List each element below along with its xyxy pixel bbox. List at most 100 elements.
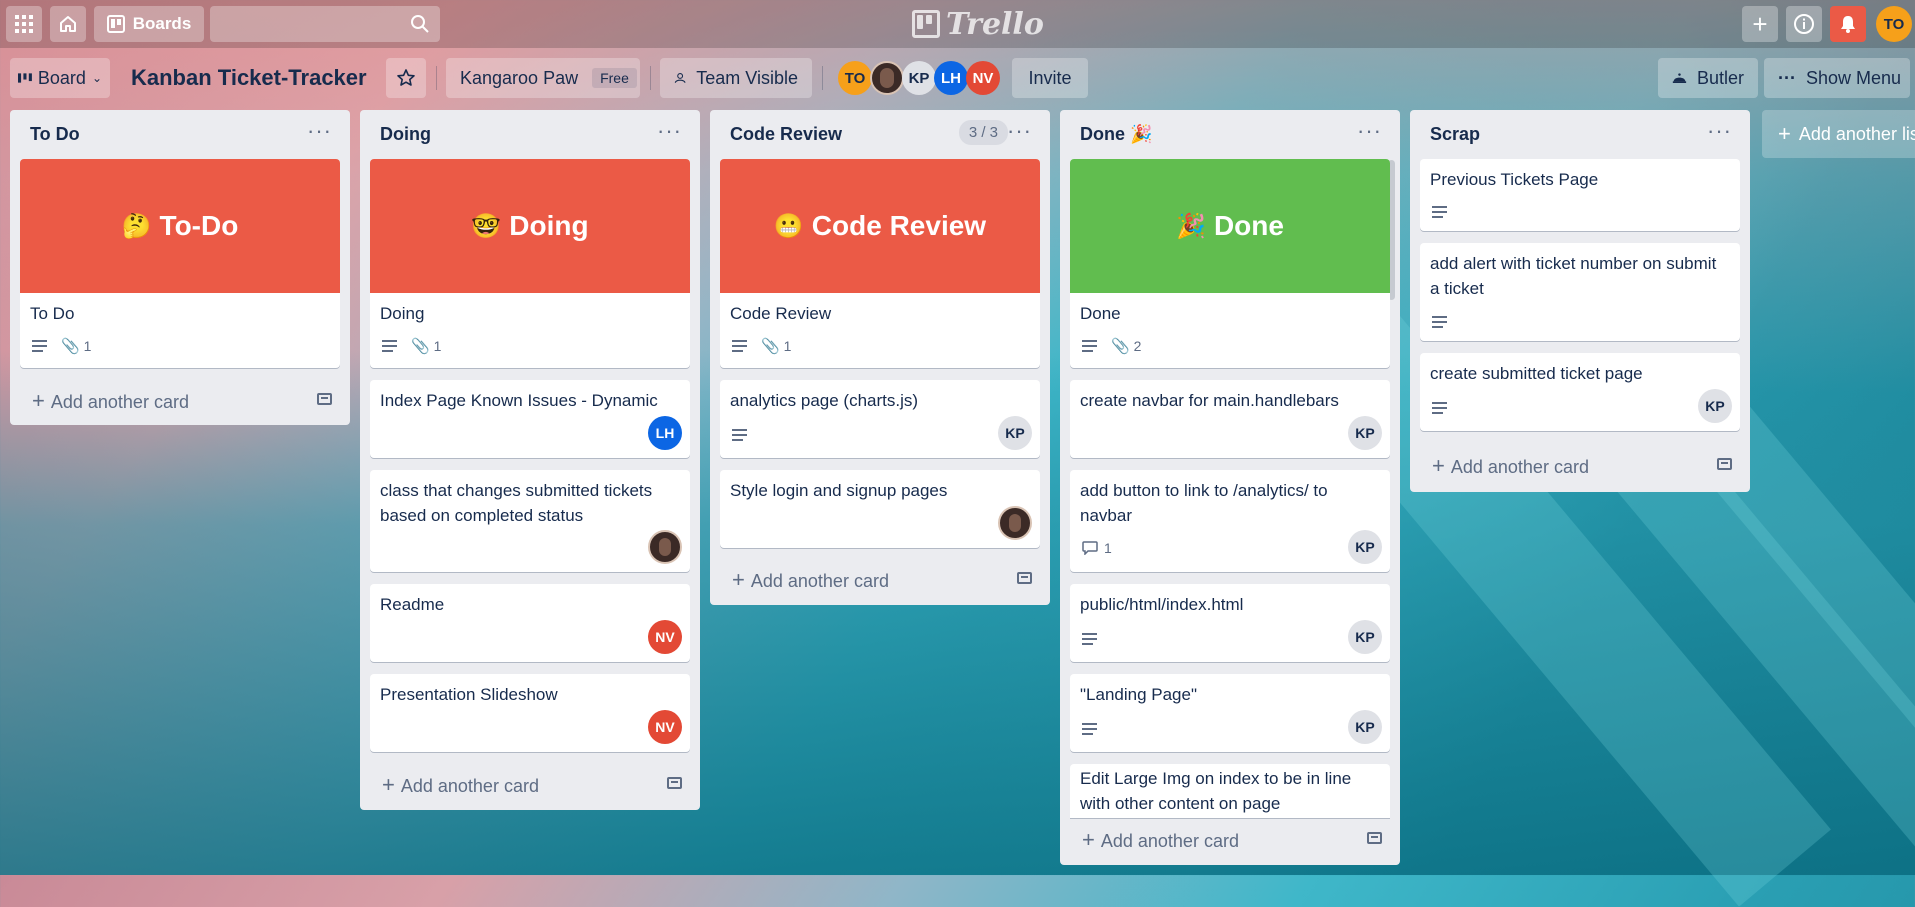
party-popper-icon: 🎉 bbox=[1130, 124, 1153, 144]
board-view-switcher[interactable]: Board ⌄ bbox=[10, 58, 110, 98]
card-title: Edit Large Img on index to be in line wi… bbox=[1080, 769, 1352, 813]
paperclip-icon: 📎 bbox=[61, 338, 80, 355]
butler-button[interactable]: Butler bbox=[1658, 58, 1758, 98]
card-to-do[interactable]: 🤔 To-Do To Do 📎 1 bbox=[20, 159, 340, 368]
add-card-button[interactable]: + Add another card bbox=[1432, 453, 1589, 479]
list-title[interactable]: Doing bbox=[380, 124, 431, 145]
team-visible-icon bbox=[674, 73, 686, 83]
card-member-avatar[interactable]: KP bbox=[1348, 710, 1382, 744]
list-menu-button[interactable]: ··· bbox=[307, 118, 332, 144]
trello-logo[interactable]: Trello bbox=[912, 6, 1044, 42]
card-public-html-index[interactable]: public/html/index.html KP bbox=[1070, 584, 1390, 662]
invite-label: Invite bbox=[1028, 67, 1072, 88]
card-member-avatar[interactable]: NV bbox=[648, 710, 682, 744]
apps-grid-button[interactable] bbox=[6, 6, 42, 42]
list-menu-button[interactable]: ··· bbox=[1357, 118, 1382, 144]
info-button[interactable] bbox=[1786, 6, 1822, 42]
card-title: add button to link to /analytics/ to nav… bbox=[1080, 481, 1328, 525]
card-member-avatar[interactable]: NV bbox=[648, 620, 682, 654]
card-previous-tickets-page[interactable]: Previous Tickets Page bbox=[1420, 159, 1740, 231]
card-style-login-signup[interactable]: Style login and signup pages bbox=[720, 470, 1040, 548]
card-template-icon[interactable] bbox=[1367, 832, 1382, 844]
description-icon bbox=[1082, 720, 1097, 738]
create-button[interactable]: + bbox=[1742, 6, 1778, 42]
list-menu-button[interactable]: ··· bbox=[1007, 118, 1032, 144]
card-template-icon[interactable] bbox=[317, 393, 332, 405]
card-add-analytics-button[interactable]: add button to link to /analytics/ to nav… bbox=[1070, 470, 1390, 572]
card-member-avatar[interactable]: KP bbox=[1348, 416, 1382, 450]
board-icon bbox=[106, 15, 125, 33]
card-index-page-known-issues[interactable]: Index Page Known Issues - Dynamic LH bbox=[370, 380, 690, 458]
list-title[interactable]: Code Review bbox=[730, 124, 842, 145]
boards-button[interactable]: Boards bbox=[94, 6, 204, 42]
add-list-button[interactable]: + Add another list bbox=[1762, 110, 1915, 158]
chevron-down-icon: ⌄ bbox=[91, 71, 102, 85]
card-member-avatar-photo[interactable] bbox=[998, 506, 1032, 540]
board-title[interactable]: Kanban Ticket-Tracker bbox=[131, 58, 367, 98]
list-title[interactable]: To Do bbox=[30, 124, 80, 145]
member-avatar-to[interactable]: TO bbox=[838, 61, 872, 95]
card-badges bbox=[1082, 630, 1097, 648]
person-photo-icon bbox=[659, 538, 671, 556]
attachment-count: 2 bbox=[1133, 338, 1142, 354]
card-title: class that changes submitted tickets bas… bbox=[380, 481, 653, 525]
member-avatar-kp[interactable]: KP bbox=[902, 61, 936, 95]
butler-bell-icon bbox=[1672, 73, 1687, 83]
list-menu-button[interactable]: ··· bbox=[1707, 118, 1732, 144]
card-code-review[interactable]: 😬 Code Review Code Review 📎 1 bbox=[720, 159, 1040, 368]
card-create-submitted-ticket-page[interactable]: create submitted ticket page KP bbox=[1420, 353, 1740, 431]
workspace-button[interactable]: Kangaroo Paw Free bbox=[446, 58, 640, 98]
card-analytics-page[interactable]: analytics page (charts.js) KP bbox=[720, 380, 1040, 458]
card-landing-page[interactable]: "Landing Page" KP bbox=[1070, 674, 1390, 752]
search-input[interactable] bbox=[210, 6, 440, 42]
card-member-avatar[interactable]: KP bbox=[1698, 389, 1732, 423]
member-avatar-nv[interactable]: NV bbox=[966, 61, 1000, 95]
card-create-navbar[interactable]: create navbar for main.handlebars KP bbox=[1070, 380, 1390, 458]
add-card-button[interactable]: + Add another card bbox=[32, 388, 189, 414]
card-member-avatar[interactable]: KP bbox=[1348, 620, 1382, 654]
add-card-label: Add another card bbox=[400, 776, 539, 796]
card-template-icon[interactable] bbox=[1717, 458, 1732, 470]
card-presentation-slideshow[interactable]: Presentation Slideshow NV bbox=[370, 674, 690, 752]
add-card-button[interactable]: + Add another card bbox=[1082, 827, 1239, 853]
info-icon bbox=[1794, 14, 1814, 34]
notifications-button[interactable] bbox=[1830, 6, 1866, 42]
member-initials: LH bbox=[941, 69, 961, 87]
card-member-avatar[interactable]: LH bbox=[648, 416, 682, 450]
attachment-count: 1 bbox=[783, 338, 792, 354]
card-doing[interactable]: 🤓 Doing Doing 📎 1 bbox=[370, 159, 690, 368]
list-title[interactable]: Scrap bbox=[1430, 124, 1480, 145]
card-badges: 1 bbox=[1082, 540, 1112, 556]
list-menu-button[interactable]: ··· bbox=[657, 118, 682, 144]
invite-button[interactable]: Invite bbox=[1012, 58, 1088, 98]
card-member-avatar-photo[interactable] bbox=[648, 530, 682, 564]
add-card-button[interactable]: + Add another card bbox=[732, 567, 889, 593]
card-done[interactable]: 🎉 Done Done 📎 2 bbox=[1070, 159, 1390, 368]
board-view-label: Board bbox=[37, 67, 86, 88]
list-to-do: To Do ··· 🤔 To-Do To Do 📎 1 + Add another… bbox=[10, 110, 350, 425]
star-button[interactable] bbox=[386, 58, 426, 98]
card-template-icon[interactable] bbox=[1017, 572, 1032, 584]
card-class-changes-submitted-tickets[interactable]: class that changes submitted tickets bas… bbox=[370, 470, 690, 572]
card-template-icon[interactable] bbox=[667, 777, 682, 789]
card-member-avatar[interactable]: KP bbox=[1348, 530, 1382, 564]
card-title: Presentation Slideshow bbox=[380, 685, 558, 704]
person-photo-icon bbox=[1009, 514, 1021, 532]
card-badges bbox=[1432, 203, 1447, 221]
workspace-name: Kangaroo Paw bbox=[460, 67, 579, 88]
member-avatar-photo[interactable] bbox=[870, 61, 904, 95]
comment-icon bbox=[1082, 541, 1098, 555]
card-readme[interactable]: Readme NV bbox=[370, 584, 690, 662]
card-edit-large-img[interactable]: Edit Large Img on index to be in line wi… bbox=[1070, 764, 1390, 818]
show-menu-button[interactable]: ··· Show Menu bbox=[1764, 58, 1910, 98]
card-add-alert-ticket-number[interactable]: add alert with ticket number on submit a… bbox=[1420, 243, 1740, 341]
card-member-avatar[interactable]: KP bbox=[998, 416, 1032, 450]
member-avatar-lh[interactable]: LH bbox=[934, 61, 968, 95]
nerd-face-icon: 🤓 bbox=[471, 212, 502, 240]
add-card-label: Add another card bbox=[1100, 831, 1239, 851]
home-button[interactable] bbox=[50, 6, 86, 42]
add-card-button[interactable]: + Add another card bbox=[382, 772, 539, 798]
user-avatar[interactable]: TO bbox=[1876, 6, 1912, 42]
list-title[interactable]: Done 🎉 bbox=[1080, 124, 1152, 145]
visibility-button[interactable]: Team Visible bbox=[660, 58, 812, 98]
